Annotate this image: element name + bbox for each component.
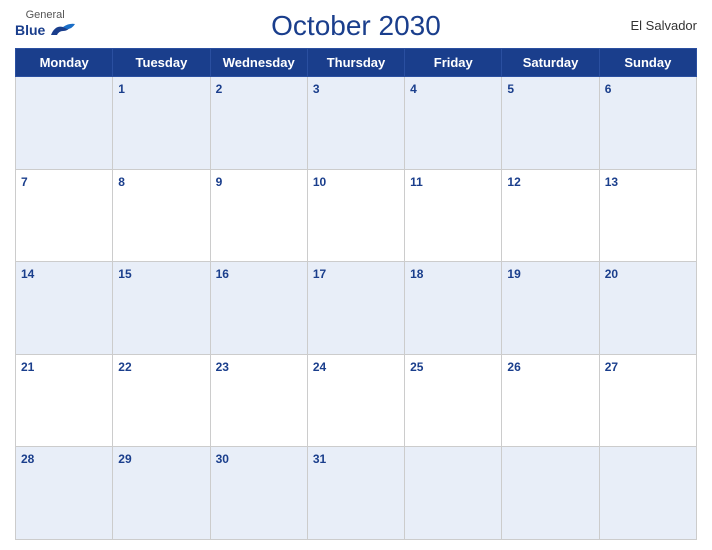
day-number: 27 xyxy=(605,360,618,374)
calendar-table: MondayTuesdayWednesdayThursdayFridaySatu… xyxy=(15,48,697,540)
day-number: 29 xyxy=(118,452,131,466)
weekday-header-saturday: Saturday xyxy=(502,49,599,77)
day-number: 13 xyxy=(605,175,618,189)
calendar-cell: 27 xyxy=(599,354,696,447)
weekday-header-friday: Friday xyxy=(405,49,502,77)
day-number: 24 xyxy=(313,360,326,374)
calendar-cell: 12 xyxy=(502,169,599,262)
calendar-cell: 29 xyxy=(113,447,210,540)
calendar-cell: 26 xyxy=(502,354,599,447)
day-number: 18 xyxy=(410,267,423,281)
calendar-cell xyxy=(502,447,599,540)
day-number: 10 xyxy=(313,175,326,189)
calendar-cell: 22 xyxy=(113,354,210,447)
day-number: 2 xyxy=(216,82,223,96)
day-number: 6 xyxy=(605,82,612,96)
calendar-header: General Blue October 2030 El Salvador xyxy=(15,10,697,42)
calendar-cell: 8 xyxy=(113,169,210,262)
calendar-cell: 4 xyxy=(405,77,502,170)
calendar-cell: 20 xyxy=(599,262,696,355)
calendar-cell: 10 xyxy=(307,169,404,262)
day-number: 28 xyxy=(21,452,34,466)
weekday-header-sunday: Sunday xyxy=(599,49,696,77)
day-number: 11 xyxy=(410,175,423,189)
day-number: 16 xyxy=(216,267,229,281)
calendar-week-row: 28 29 30 31 xyxy=(16,447,697,540)
day-number: 4 xyxy=(410,82,417,96)
day-number: 14 xyxy=(21,267,34,281)
day-number: 12 xyxy=(507,175,520,189)
calendar-cell: 31 xyxy=(307,447,404,540)
day-number: 15 xyxy=(118,267,131,281)
day-number: 20 xyxy=(605,267,618,281)
logo-blue-text: Blue xyxy=(15,23,45,37)
calendar-cell: 17 xyxy=(307,262,404,355)
day-number: 25 xyxy=(410,360,423,374)
calendar-cell: 11 xyxy=(405,169,502,262)
calendar-cell: 7 xyxy=(16,169,113,262)
day-number: 22 xyxy=(118,360,131,374)
logo-general-text: General xyxy=(26,10,65,21)
day-number: 19 xyxy=(507,267,520,281)
calendar-cell: 25 xyxy=(405,354,502,447)
logo: General Blue xyxy=(15,10,75,39)
calendar-cell: 18 xyxy=(405,262,502,355)
calendar-cell: 21 xyxy=(16,354,113,447)
day-number: 31 xyxy=(313,452,326,466)
day-number: 1 xyxy=(118,82,125,96)
calendar-cell: 19 xyxy=(502,262,599,355)
weekday-header-thursday: Thursday xyxy=(307,49,404,77)
calendar-cell xyxy=(599,447,696,540)
logo-bird-icon xyxy=(47,21,75,39)
calendar-cell: 2 xyxy=(210,77,307,170)
day-number: 30 xyxy=(216,452,229,466)
calendar-cell: 9 xyxy=(210,169,307,262)
country-label: El Salvador xyxy=(631,18,697,33)
day-number: 17 xyxy=(313,267,326,281)
weekday-header-wednesday: Wednesday xyxy=(210,49,307,77)
day-number: 26 xyxy=(507,360,520,374)
weekday-header-row: MondayTuesdayWednesdayThursdayFridaySatu… xyxy=(16,49,697,77)
calendar-cell: 14 xyxy=(16,262,113,355)
calendar-cell: 13 xyxy=(599,169,696,262)
calendar-cell: 23 xyxy=(210,354,307,447)
calendar-cell xyxy=(16,77,113,170)
calendar-container: General Blue October 2030 El Salvador Mo… xyxy=(0,0,712,550)
calendar-cell: 6 xyxy=(599,77,696,170)
calendar-cell: 30 xyxy=(210,447,307,540)
month-title: October 2030 xyxy=(271,10,441,42)
calendar-cell xyxy=(405,447,502,540)
day-number: 8 xyxy=(118,175,125,189)
day-number: 3 xyxy=(313,82,320,96)
calendar-week-row: 7 8 9 10 11 12 13 xyxy=(16,169,697,262)
calendar-week-row: 14 15 16 17 18 19 20 xyxy=(16,262,697,355)
day-number: 9 xyxy=(216,175,223,189)
day-number: 7 xyxy=(21,175,28,189)
weekday-header-tuesday: Tuesday xyxy=(113,49,210,77)
weekday-header-monday: Monday xyxy=(16,49,113,77)
calendar-cell: 16 xyxy=(210,262,307,355)
day-number: 5 xyxy=(507,82,514,96)
calendar-cell: 28 xyxy=(16,447,113,540)
calendar-cell: 5 xyxy=(502,77,599,170)
day-number: 23 xyxy=(216,360,229,374)
day-number: 21 xyxy=(21,360,34,374)
calendar-cell: 1 xyxy=(113,77,210,170)
calendar-cell: 15 xyxy=(113,262,210,355)
calendar-week-row: 1 2 3 4 5 6 xyxy=(16,77,697,170)
calendar-cell: 24 xyxy=(307,354,404,447)
calendar-week-row: 21 22 23 24 25 26 27 xyxy=(16,354,697,447)
calendar-cell: 3 xyxy=(307,77,404,170)
